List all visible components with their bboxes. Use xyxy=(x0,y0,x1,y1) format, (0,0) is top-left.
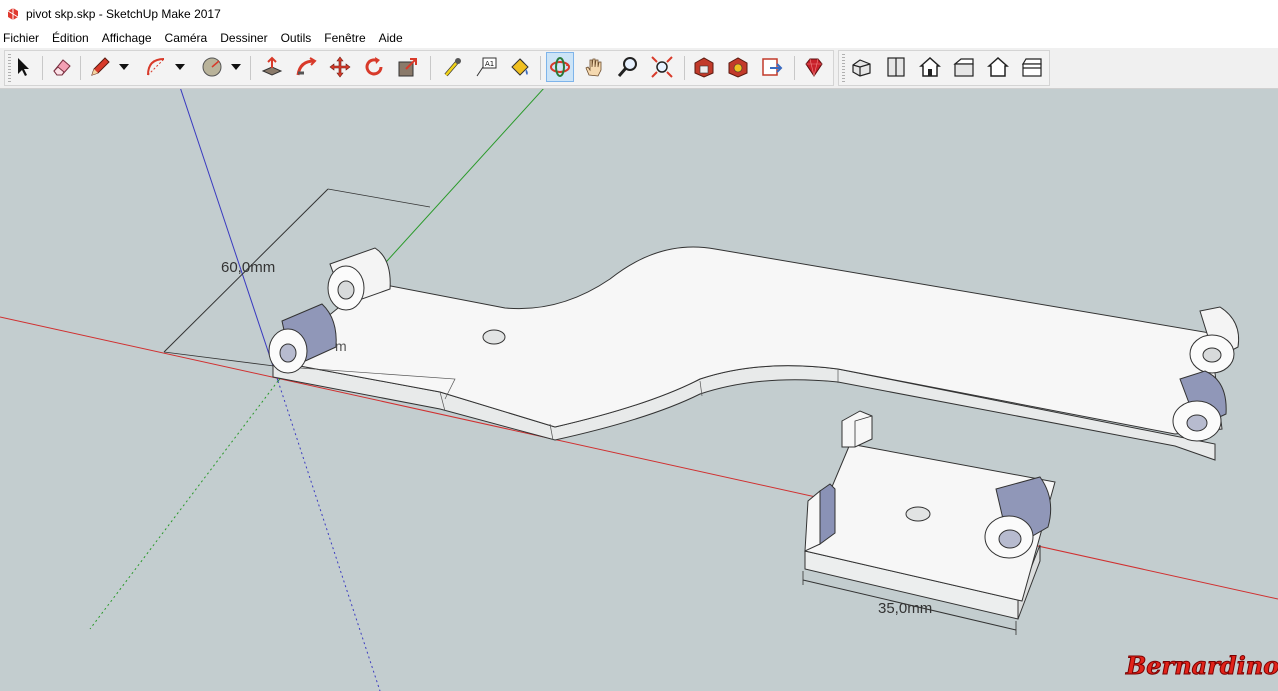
svg-text:A1: A1 xyxy=(485,60,494,68)
right-cylinder-back[interactable] xyxy=(1189,306,1240,374)
title-bar: pivot skp.skp - SketchUp Make 2017 xyxy=(0,0,1278,28)
rotate-tool-button[interactable] xyxy=(360,52,388,82)
extension-warehouse-icon xyxy=(728,57,748,78)
chevron-down-icon xyxy=(119,64,129,70)
front-view-icon xyxy=(919,56,941,77)
layout-send-icon xyxy=(762,58,783,76)
menu-dessiner[interactable]: Dessiner xyxy=(217,31,273,45)
shapes-circle-icon xyxy=(202,57,222,77)
green-axis-dotted xyxy=(89,380,279,630)
pan-hand-icon xyxy=(585,58,602,77)
arc-tool-button[interactable] xyxy=(142,52,170,82)
menu-aide[interactable]: Aide xyxy=(376,31,409,45)
iso-view-button[interactable] xyxy=(848,52,876,82)
extension-manager-button[interactable] xyxy=(800,52,828,82)
top-view-button[interactable] xyxy=(882,52,910,82)
toolbar-grip-views[interactable] xyxy=(842,54,845,82)
model-viewport[interactable]: 60,0mm m 35,0mm Bernardino xyxy=(0,89,1278,691)
extension-warehouse-button[interactable] xyxy=(724,52,752,82)
back-view-icon xyxy=(987,56,1009,77)
shapes-tool-button[interactable] xyxy=(198,52,226,82)
scale-icon xyxy=(398,58,417,77)
push-pull-tool-button[interactable] xyxy=(258,52,286,82)
chevron-down-icon xyxy=(175,64,185,70)
send-to-layout-button[interactable] xyxy=(758,52,786,82)
select-tool-button[interactable] xyxy=(8,52,36,82)
right-cylinder-front[interactable] xyxy=(1172,370,1227,442)
menu-bar: Fichier Édition Affichage Caméra Dessine… xyxy=(0,28,1278,48)
front-view-button[interactable] xyxy=(916,52,944,82)
orbit-icon xyxy=(550,57,570,77)
watermark-logo: Bernardino xyxy=(1125,651,1278,680)
select-arrow-icon xyxy=(18,58,29,76)
paint-bucket-icon xyxy=(511,58,529,76)
dimension-35-label: 35,0mm xyxy=(878,600,932,617)
eraser-tool-button[interactable] xyxy=(48,52,76,82)
window-title: pivot skp.skp - SketchUp Make 2017 xyxy=(26,7,221,21)
extension-manager-icon xyxy=(805,58,823,77)
text-tool-button[interactable]: A1 xyxy=(472,52,500,82)
menu-camera[interactable]: Caméra xyxy=(162,31,214,45)
eraser-icon xyxy=(53,59,71,76)
3d-warehouse-button[interactable] xyxy=(690,52,718,82)
tape-measure-icon xyxy=(444,58,461,77)
menu-outils[interactable]: Outils xyxy=(278,31,318,45)
dimension-60-label: 60,0mm xyxy=(221,259,275,276)
zoom-extents-icon xyxy=(651,56,673,78)
iso-view-icon xyxy=(852,59,871,77)
3d-warehouse-icon xyxy=(694,57,714,78)
pan-tool-button[interactable] xyxy=(580,52,608,82)
follow-me-icon xyxy=(296,57,317,76)
shapes-dropdown[interactable] xyxy=(230,52,242,82)
follow-me-tool-button[interactable] xyxy=(292,52,320,82)
blue-axis-dotted xyxy=(277,380,381,691)
move-icon xyxy=(329,56,351,78)
line-tool-button[interactable] xyxy=(86,52,114,82)
main-toolbar: A1 xyxy=(0,48,1278,89)
chevron-down-icon xyxy=(231,64,241,70)
zoom-tool-button[interactable] xyxy=(614,52,642,82)
menu-edition[interactable]: Édition xyxy=(49,31,95,45)
pencil-icon xyxy=(91,57,110,76)
partial-dimension-text: m xyxy=(335,338,347,354)
left-view-icon xyxy=(1021,58,1042,77)
scale-tool-button[interactable] xyxy=(394,52,422,82)
line-dropdown[interactable] xyxy=(118,52,130,82)
orbit-tool-button[interactable] xyxy=(546,52,574,82)
zoom-icon xyxy=(617,57,637,77)
back-view-button[interactable] xyxy=(984,52,1012,82)
arc-icon xyxy=(147,58,165,76)
menu-fenetre[interactable]: Fenêtre xyxy=(321,31,371,45)
paint-bucket-tool-button[interactable] xyxy=(506,52,534,82)
blue-axis xyxy=(180,89,279,382)
model-canvas[interactable]: 60,0mm m 35,0mm Bernardino xyxy=(0,89,1278,691)
push-pull-icon xyxy=(261,56,283,76)
menu-affichage[interactable]: Affichage xyxy=(99,31,158,45)
left-view-button[interactable] xyxy=(1018,52,1046,82)
right-view-button[interactable] xyxy=(950,52,978,82)
zoom-extents-tool-button[interactable] xyxy=(648,52,676,82)
menu-fichier[interactable]: Fichier xyxy=(0,31,45,45)
arc-dropdown[interactable] xyxy=(174,52,186,82)
tape-measure-tool-button[interactable] xyxy=(438,52,466,82)
move-tool-button[interactable] xyxy=(326,52,354,82)
rotate-icon xyxy=(365,57,383,76)
text-label-icon: A1 xyxy=(476,57,497,77)
sketchup-icon xyxy=(7,8,19,20)
top-view-icon xyxy=(887,57,905,77)
long-plate[interactable]: m xyxy=(271,246,1223,461)
right-view-icon xyxy=(953,58,974,77)
small-plate[interactable] xyxy=(804,410,1056,620)
